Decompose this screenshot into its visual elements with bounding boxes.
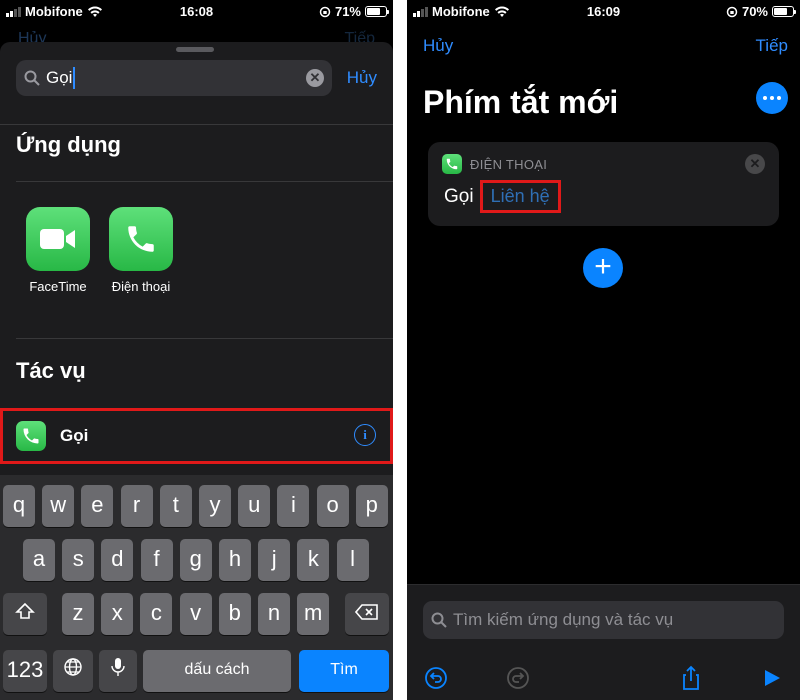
key-u[interactable]: u bbox=[238, 485, 271, 527]
battery-icon bbox=[772, 6, 796, 17]
app-label: Điện thoại bbox=[111, 279, 171, 294]
key-k[interactable]: k bbox=[297, 539, 330, 581]
key-q[interactable]: q bbox=[3, 485, 35, 527]
card-app-name: ĐIỆN THOẠI bbox=[470, 156, 548, 172]
add-action-button[interactable]: + bbox=[583, 248, 623, 288]
toolbar bbox=[407, 657, 800, 700]
action-label: Gọi bbox=[60, 426, 89, 445]
search-input[interactable]: Gọi ✕ bbox=[16, 60, 332, 96]
key-x[interactable]: x bbox=[101, 593, 134, 635]
space-key[interactable]: dấu cách bbox=[143, 650, 291, 692]
rotation-lock-icon bbox=[319, 6, 331, 17]
bottom-panel: Tìm kiếm ứng dụng và tác vụ bbox=[407, 584, 800, 700]
app-label: FaceTime bbox=[29, 279, 87, 294]
search-placeholder: Tìm kiếm ứng dụng và tác vụ bbox=[453, 610, 674, 629]
undo-icon[interactable] bbox=[423, 665, 449, 691]
battery-percent: 71% bbox=[334, 4, 361, 19]
search-icon bbox=[431, 612, 447, 628]
status-bar: Mobifone 16:09 70% bbox=[407, 0, 800, 24]
key-a[interactable]: a bbox=[23, 539, 55, 581]
divider bbox=[16, 338, 393, 339]
search-value: Gọi bbox=[46, 67, 76, 89]
battery-percent: 70% bbox=[741, 4, 768, 19]
video-camera-icon bbox=[26, 207, 90, 271]
key-m[interactable]: m bbox=[297, 593, 330, 635]
contact-parameter[interactable]: Liên hệ bbox=[479, 180, 561, 213]
numbers-key[interactable]: 123 bbox=[3, 650, 47, 692]
phone-icon bbox=[442, 154, 462, 174]
more-options-icon[interactable] bbox=[756, 82, 788, 114]
play-icon[interactable] bbox=[759, 665, 785, 691]
battery-icon bbox=[365, 6, 389, 17]
phone-icon bbox=[16, 421, 46, 451]
cancel-button[interactable]: Hủy bbox=[423, 36, 453, 56]
key-y[interactable]: y bbox=[199, 485, 231, 527]
cancel-button[interactable]: Hủy bbox=[347, 68, 377, 88]
key-s[interactable]: s bbox=[62, 539, 95, 581]
info-icon[interactable]: i bbox=[354, 424, 376, 446]
key-v[interactable]: v bbox=[179, 593, 212, 635]
action-call-row[interactable]: Gọi i bbox=[0, 408, 393, 464]
key-i[interactable]: i bbox=[277, 485, 310, 527]
left-screen: Mobifone 16:08 71% Hủy Tiếp Gọi ✕ Hủy Ứn… bbox=[0, 0, 393, 700]
key-l[interactable]: l bbox=[336, 539, 369, 581]
rotation-lock-icon bbox=[726, 6, 738, 17]
status-bar: Mobifone 16:08 71% bbox=[0, 0, 393, 24]
redo-icon[interactable] bbox=[505, 665, 531, 691]
key-f[interactable]: f bbox=[140, 539, 173, 581]
app-phone[interactable]: Điện thoại bbox=[106, 207, 176, 294]
key-j[interactable]: j bbox=[258, 539, 291, 581]
key-p[interactable]: p bbox=[355, 485, 388, 527]
key-g[interactable]: g bbox=[179, 539, 212, 581]
key-d[interactable]: d bbox=[101, 539, 134, 581]
key-c[interactable]: c bbox=[140, 593, 173, 635]
search-apps-input[interactable]: Tìm kiếm ứng dụng và tác vụ bbox=[423, 601, 784, 639]
microphone-key[interactable] bbox=[99, 650, 137, 692]
key-n[interactable]: n bbox=[258, 593, 290, 635]
search-icon bbox=[24, 70, 40, 86]
keyboard: q w e r t y u i o p a s d f g h j k l z x c v b n m 123 dấu cách Tìm bbox=[0, 475, 393, 700]
key-e[interactable]: e bbox=[81, 485, 114, 527]
phone-icon bbox=[109, 207, 173, 271]
action-card: ĐIỆN THOẠI ✕ Gọi Liên hệ bbox=[428, 142, 779, 226]
clear-icon[interactable]: ✕ bbox=[306, 69, 324, 87]
delete-key[interactable] bbox=[345, 593, 389, 635]
page-title: Phím tắt mới bbox=[423, 84, 619, 120]
app-facetime[interactable]: FaceTime bbox=[23, 207, 93, 294]
key-t[interactable]: t bbox=[159, 485, 192, 527]
sheet-grabber[interactable] bbox=[176, 47, 214, 52]
search-key[interactable]: Tìm bbox=[299, 650, 389, 692]
key-h[interactable]: h bbox=[219, 539, 251, 581]
divider bbox=[0, 124, 393, 125]
share-icon[interactable] bbox=[678, 665, 704, 691]
globe-key[interactable] bbox=[53, 650, 93, 692]
actions-section-title: Tác vụ bbox=[16, 358, 86, 383]
key-w[interactable]: w bbox=[42, 485, 75, 527]
card-header: ĐIỆN THOẠI bbox=[442, 154, 547, 174]
divider bbox=[16, 181, 393, 182]
apps-section-title: Ứng dụng bbox=[16, 132, 121, 157]
key-o[interactable]: o bbox=[316, 485, 349, 527]
key-r[interactable]: r bbox=[120, 485, 153, 527]
right-screen: Mobifone 16:09 70% Hủy Tiếp Phím tắt mới… bbox=[407, 0, 800, 700]
card-body: Gọi Liên hệ bbox=[444, 180, 561, 213]
remove-action-icon[interactable]: ✕ bbox=[745, 154, 765, 174]
next-button[interactable]: Tiếp bbox=[756, 36, 788, 56]
shift-key[interactable] bbox=[3, 593, 47, 635]
action-verb: Gọi bbox=[444, 185, 474, 207]
key-b[interactable]: b bbox=[218, 593, 251, 635]
key-z[interactable]: z bbox=[62, 593, 94, 635]
